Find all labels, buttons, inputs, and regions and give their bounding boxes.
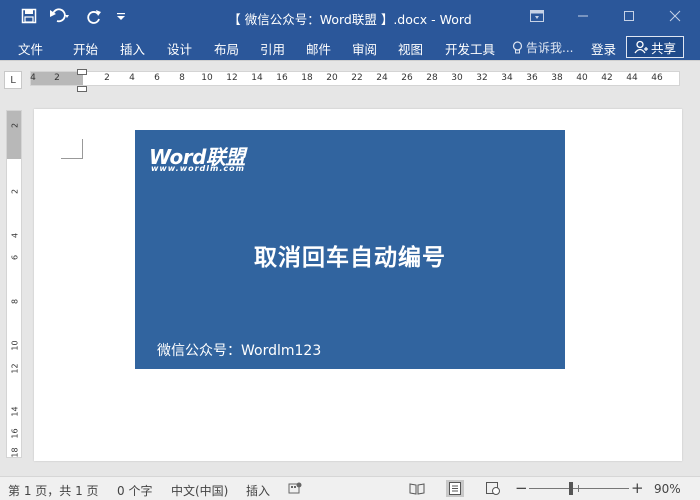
hanging-indent-marker[interactable] (77, 86, 87, 92)
ribbon-tabs: 文件 开始 插入 设计 布局 引用 邮件 审阅 视图 开发工具 告诉我... 登… (0, 34, 700, 60)
tab-developer[interactable]: 开发工具 (445, 39, 495, 58)
ruler-number: 12 (10, 363, 20, 374)
ruler-number: 40 (576, 73, 588, 83)
customize-qat-icon[interactable] (114, 6, 128, 26)
ruler-number: 34 (501, 73, 513, 83)
tab-view[interactable]: 视图 (398, 39, 423, 58)
ruler-number: 32 (476, 73, 488, 83)
ribbon-display-options-icon[interactable] (522, 4, 552, 28)
save-icon[interactable] (18, 6, 40, 26)
tab-home[interactable]: 开始 (73, 39, 98, 58)
zoom-slider-thumb[interactable] (569, 482, 573, 495)
ruler-number: 4 (10, 232, 20, 239)
ruler-number: 2 (10, 188, 20, 195)
tab-mailings[interactable]: 邮件 (306, 39, 331, 58)
ruler-number: 44 (626, 73, 638, 83)
ruler-number: 24 (376, 73, 388, 83)
ruler-number: 2 (54, 73, 60, 83)
zoom-out-button[interactable]: − (515, 479, 528, 497)
ruler-number: 6 (154, 73, 160, 83)
insert-mode[interactable]: 插入 (246, 482, 270, 499)
banner-image[interactable]: Word联盟 www.wordlm.com 取消回车自动编号 微信公众号：Wor… (135, 130, 565, 369)
ruler-number: 42 (601, 73, 613, 83)
tell-me-box[interactable]: 告诉我... (512, 39, 573, 56)
ruler-area: L 4 2 2 4 6 8 10 12 14 16 18 20 22 24 26… (0, 60, 700, 98)
page-count[interactable]: 第 1 页，共 1 页 (8, 482, 99, 499)
wechat-id: 微信公众号：Wordlm123 (157, 343, 322, 359)
zoom-level[interactable]: 90% (654, 482, 681, 496)
ruler-number: 18 (301, 73, 313, 83)
tab-design[interactable]: 设计 (167, 39, 192, 58)
ruler-number: 28 (426, 73, 438, 83)
banner-headline: 取消回车自动编号 (254, 245, 446, 271)
ruler-number: 30 (451, 73, 463, 83)
ruler-number: 36 (526, 73, 538, 83)
ruler-number: 2 (10, 122, 20, 129)
ruler-number: 14 (10, 406, 20, 417)
title-bar: 【 微信公众号：Word联盟 】.docx - Word (0, 0, 700, 34)
lightbulb-icon (512, 40, 523, 53)
ruler-number: 8 (10, 298, 20, 305)
margin-corner-mark (61, 139, 83, 159)
share-button[interactable]: 共享 (626, 36, 684, 58)
zoom-slider-track[interactable] (529, 488, 629, 489)
tab-references[interactable]: 引用 (260, 39, 285, 58)
ruler-number: 4 (30, 73, 36, 83)
ruler-number: 10 (201, 73, 213, 83)
tab-file[interactable]: 文件 (18, 39, 43, 58)
undo-icon[interactable] (48, 6, 72, 26)
zoom-in-button[interactable]: + (631, 479, 644, 497)
macro-record-icon[interactable] (286, 480, 304, 497)
share-label: 共享 (650, 40, 676, 56)
tab-selector[interactable]: L (4, 71, 22, 89)
web-layout-icon[interactable] (484, 480, 502, 497)
print-layout-icon[interactable] (446, 480, 464, 497)
ruler-number: 16 (10, 428, 20, 439)
minimize-icon[interactable] (568, 4, 598, 28)
word-count[interactable]: 0 个字 (117, 482, 152, 499)
ruler-number: 20 (326, 73, 338, 83)
zoom-slider-tick (578, 485, 579, 492)
first-line-indent-marker[interactable] (77, 69, 87, 75)
ruler-number: 2 (104, 73, 110, 83)
redo-icon[interactable] (84, 6, 104, 26)
ruler-number: 6 (10, 254, 20, 261)
ruler-number: 18 (10, 447, 20, 458)
ruler-number: 22 (351, 73, 363, 83)
ruler-number: 16 (276, 73, 288, 83)
read-mode-icon[interactable] (408, 480, 426, 497)
tell-me-text: 告诉我... (526, 41, 574, 55)
ruler-number: 12 (226, 73, 238, 83)
window-title: 【 微信公众号：Word联盟 】.docx - Word (228, 12, 472, 27)
vertical-ruler[interactable]: 2 2 4 6 8 10 12 14 16 18 (6, 110, 22, 458)
person-icon (634, 40, 648, 54)
close-icon[interactable] (660, 4, 690, 28)
ruler-number: 4 (129, 73, 135, 83)
ruler-number: 46 (651, 73, 663, 83)
logo-url: www.wordlm.com (151, 164, 245, 173)
horizontal-ruler[interactable]: 4 2 2 4 6 8 10 12 14 16 18 20 22 24 26 2… (30, 71, 680, 86)
ruler-number: 8 (179, 73, 185, 83)
login-link[interactable]: 登录 (591, 39, 616, 58)
tab-review[interactable]: 审阅 (352, 39, 377, 58)
tab-insert[interactable]: 插入 (120, 39, 145, 58)
ruler-number: 10 (10, 340, 20, 351)
tab-layout[interactable]: 布局 (214, 39, 239, 58)
maximize-icon[interactable] (614, 4, 644, 28)
status-bar: 第 1 页，共 1 页 0 个字 中文(中国) 插入 − + 90% (0, 476, 700, 500)
language[interactable]: 中文(中国) (171, 482, 228, 499)
ruler-number: 26 (401, 73, 413, 83)
ruler-number: 38 (551, 73, 563, 83)
ruler-number: 14 (251, 73, 263, 83)
